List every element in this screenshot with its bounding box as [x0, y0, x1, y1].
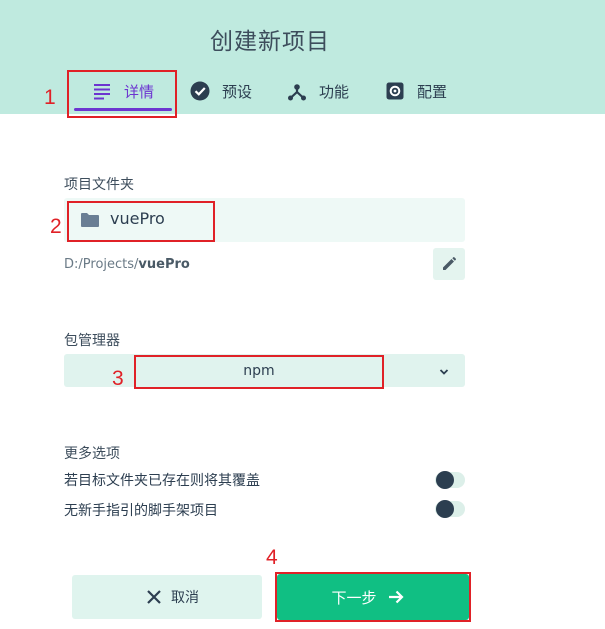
annotation-number-3: 3: [112, 367, 124, 390]
folder-label: 项目文件夹: [64, 177, 134, 193]
project-path-name: vuePro: [138, 257, 190, 272]
overwrite-option-label: 若目标文件夹已存在则将其覆盖: [64, 473, 260, 489]
tab-config-label: 配置: [417, 82, 448, 101]
close-icon: [145, 588, 163, 606]
toggle-knob: [436, 500, 454, 518]
cancel-button-label: 取消: [171, 590, 199, 606]
annotation-box-1: [67, 70, 177, 118]
pencil-icon: [441, 256, 457, 272]
annotation-number-1: 1: [44, 86, 56, 109]
annotation-box-4: [275, 572, 471, 622]
annotation-number-4: 4: [266, 546, 278, 569]
toggle-knob: [436, 471, 454, 489]
no-guide-toggle[interactable]: [435, 500, 465, 518]
call-split-icon: [287, 80, 309, 102]
annotation-box-2: [67, 201, 215, 242]
check-circle-icon: [190, 80, 212, 102]
tab-preset[interactable]: 预设: [190, 78, 252, 104]
tab-features-label: 功能: [319, 82, 350, 101]
tab-features[interactable]: 功能: [287, 78, 349, 104]
no-guide-option-label: 无新手指引的脚手架项目: [64, 503, 218, 519]
page-title: 创建新项目: [210, 29, 330, 55]
tab-config[interactable]: 配置: [385, 78, 447, 104]
more-options-label: 更多选项: [64, 446, 120, 462]
annotation-box-3: [134, 355, 384, 389]
settings-icon: [385, 80, 407, 102]
package-manager-label: 包管理器: [64, 333, 120, 349]
edit-path-button[interactable]: [433, 248, 465, 280]
overwrite-toggle[interactable]: [435, 471, 465, 489]
cancel-button[interactable]: 取消: [72, 575, 262, 619]
chevron-down-icon: [437, 364, 451, 378]
project-path-prefix: D:/Projects/: [64, 257, 139, 272]
project-path: D:/Projects/vuePro: [64, 257, 190, 272]
annotation-number-2: 2: [50, 215, 62, 238]
tab-preset-label: 预设: [222, 82, 253, 101]
